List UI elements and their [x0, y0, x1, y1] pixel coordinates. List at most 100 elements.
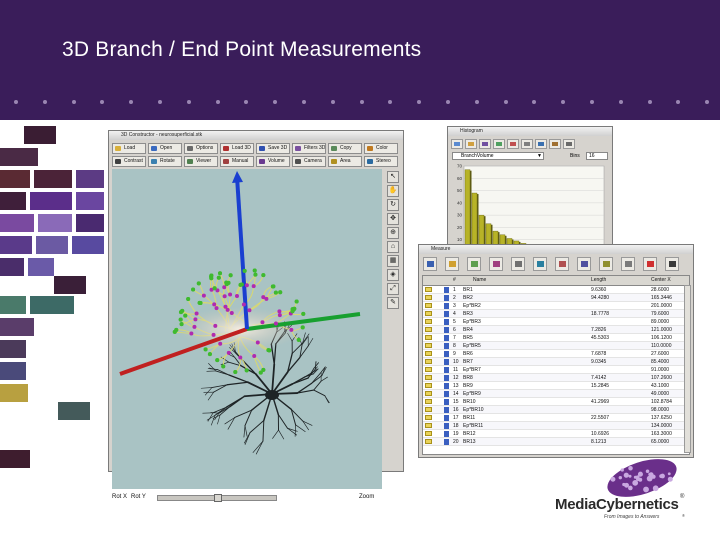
- camera-button[interactable]: Camera: [292, 156, 326, 167]
- table-scrollbar[interactable]: [684, 285, 691, 453]
- table-row[interactable]: 3 Ep*BR2 201.0000: [423, 302, 689, 310]
- branch-icon[interactable]: [489, 257, 503, 271]
- table-row[interactable]: 1 BR1 9.6360 28.6000: [423, 286, 689, 294]
- end-point[interactable]: [212, 286, 217, 291]
- branch-point[interactable]: [222, 285, 227, 290]
- branch-point[interactable]: [261, 295, 266, 300]
- branch-point[interactable]: [214, 306, 219, 311]
- branch-point[interactable]: [251, 284, 256, 289]
- end-point[interactable]: [180, 308, 185, 313]
- end-point[interactable]: [266, 348, 271, 353]
- rotation-slider[interactable]: [157, 494, 277, 502]
- table-row[interactable]: 4 BR3 18.7778 79.6000: [423, 310, 689, 318]
- table-row[interactable]: 19 BR12 10.6926 163.3000: [423, 430, 689, 438]
- move-icon[interactable]: ✥: [387, 213, 399, 225]
- end-point[interactable]: [278, 290, 283, 295]
- table-row[interactable]: 13 BR9 15.2845 43.1000: [423, 382, 689, 390]
- end-point[interactable]: [242, 268, 247, 273]
- end-point[interactable]: [300, 325, 305, 330]
- y-axis-arrow[interactable]: [235, 176, 249, 330]
- table-row[interactable]: 7 BR5 45.5303 106.1200: [423, 334, 689, 342]
- branch-point[interactable]: [244, 283, 249, 288]
- branch-point[interactable]: [277, 309, 282, 314]
- branch-point[interactable]: [238, 355, 243, 360]
- table-row[interactable]: 5 Ep*BR3 89.0000: [423, 318, 689, 326]
- options-button[interactable]: Options: [184, 143, 218, 154]
- end-point[interactable]: [221, 364, 226, 369]
- table-row[interactable]: 14 Ep*BR9 49.0000: [423, 390, 689, 398]
- contrast-button[interactable]: Contrast: [112, 156, 146, 167]
- end-point[interactable]: [198, 300, 203, 305]
- end-point[interactable]: [216, 275, 221, 280]
- render-icon[interactable]: ◈: [387, 269, 399, 281]
- export-icon[interactable]: [533, 257, 547, 271]
- table-row[interactable]: 8 Ep*BR5 110.0000: [423, 342, 689, 350]
- end-point[interactable]: [218, 271, 223, 276]
- load-button[interactable]: Load: [112, 143, 146, 154]
- 3d-viewport[interactable]: [112, 169, 382, 489]
- help-icon[interactable]: [665, 257, 679, 271]
- zoom-icon[interactable]: ⊕: [387, 227, 399, 239]
- end-point[interactable]: [261, 367, 266, 372]
- table-row[interactable]: 15 BR10 41.2969 102.8784: [423, 398, 689, 406]
- grid-icon[interactable]: ▦: [387, 255, 399, 267]
- branch-point[interactable]: [225, 307, 230, 312]
- rotation-slider-knob[interactable]: [214, 494, 222, 502]
- end-point[interactable]: [215, 358, 220, 363]
- delete-icon[interactable]: [555, 257, 569, 271]
- table-row[interactable]: 6 BR4 7.2826 121.0000: [423, 326, 689, 334]
- table-row[interactable]: 10 BR7 9.0345 85.4000: [423, 358, 689, 366]
- end-point[interactable]: [252, 268, 257, 273]
- bins-input[interactable]: 16: [586, 152, 608, 160]
- end-point[interactable]: [186, 297, 191, 302]
- end-point[interactable]: [233, 370, 238, 375]
- pan-icon[interactable]: ✋: [387, 185, 399, 197]
- edit-icon[interactable]: ✎: [387, 297, 399, 309]
- table-row[interactable]: 2 BR2 94.4280 165.3446: [423, 294, 689, 302]
- rotate-icon[interactable]: ↻: [387, 199, 399, 211]
- pointer-icon[interactable]: ↖: [387, 171, 399, 183]
- end-point[interactable]: [191, 287, 196, 292]
- branch-point[interactable]: [229, 311, 234, 316]
- table-row[interactable]: 20 BR13 8.1213 65.0000: [423, 438, 689, 446]
- copy-icon[interactable]: [521, 139, 533, 149]
- area-button[interactable]: Area: [328, 156, 362, 167]
- measurement-table[interactable]: # Name Length Center X 1 BR1 9.6360 28.6000…: [422, 275, 690, 455]
- filter-icon[interactable]: [577, 257, 591, 271]
- branch-point[interactable]: [218, 341, 223, 346]
- branch-point[interactable]: [247, 308, 252, 313]
- open-icon[interactable]: [451, 139, 463, 149]
- end-point[interactable]: [183, 313, 188, 318]
- end-point[interactable]: [203, 347, 208, 352]
- end-point[interactable]: [261, 273, 266, 278]
- end-point[interactable]: [174, 327, 179, 332]
- select-icon[interactable]: [423, 257, 437, 271]
- end-point[interactable]: [224, 282, 229, 287]
- table-row[interactable]: 11 Ep*BR7 91.0000: [423, 366, 689, 374]
- ruler-icon[interactable]: [511, 257, 525, 271]
- data-icon[interactable]: [493, 139, 505, 149]
- histogram-bar[interactable]: [464, 169, 471, 253]
- table-row[interactable]: 18 Ep*BR11 134.0000: [423, 422, 689, 430]
- branch-point[interactable]: [234, 294, 239, 299]
- folder-icon[interactable]: [445, 257, 459, 271]
- branch-point[interactable]: [189, 331, 194, 336]
- viewer-button[interactable]: Viewer: [184, 156, 218, 167]
- end-point[interactable]: [244, 368, 249, 373]
- branch-point[interactable]: [201, 293, 206, 298]
- branch-point[interactable]: [192, 324, 197, 329]
- branch-point[interactable]: [222, 294, 227, 299]
- close-icon[interactable]: [643, 257, 657, 271]
- end-point[interactable]: [270, 284, 275, 289]
- branch-point[interactable]: [213, 323, 218, 328]
- branch-point[interactable]: [193, 317, 198, 322]
- home-icon[interactable]: ⌂: [387, 241, 399, 253]
- branch-point[interactable]: [211, 332, 216, 337]
- table-row[interactable]: 17 BR11 22.5507 137.6250: [423, 414, 689, 422]
- end-point[interactable]: [178, 317, 183, 322]
- end-point[interactable]: [301, 311, 306, 316]
- branch-point[interactable]: [241, 302, 246, 307]
- color-button[interactable]: Color: [364, 143, 398, 154]
- save-3d-button[interactable]: Save 3D: [256, 143, 290, 154]
- histogram-variable-dropdown[interactable]: BranchVolume ▼: [452, 152, 544, 160]
